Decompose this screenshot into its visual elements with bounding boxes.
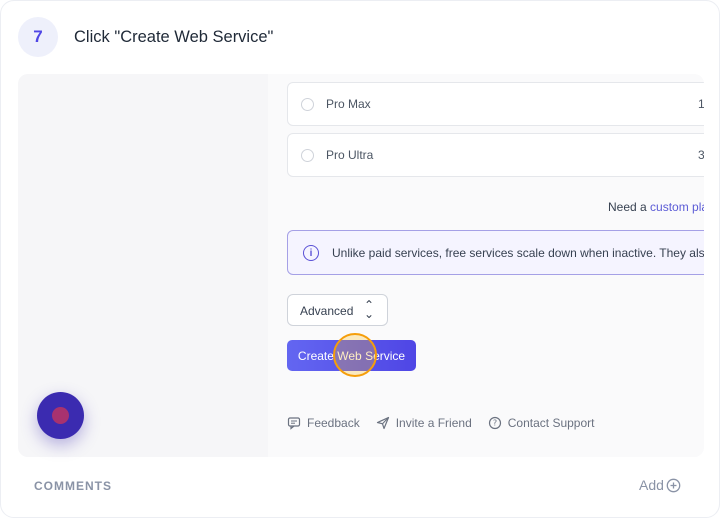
feedback-label: Feedback [307, 416, 360, 430]
radio-button[interactable] [301, 98, 314, 111]
plan-name: Pro Ultra [326, 148, 374, 162]
screenshot-panel: Pro Max 1( Pro Ultra 3: Need a custom pl… [18, 74, 704, 457]
plan-price: 1( [698, 97, 704, 111]
radio-button[interactable] [301, 149, 314, 162]
plan-name: Pro Max [326, 97, 371, 111]
comments-heading: COMMENTS [34, 479, 112, 493]
info-icon: i [303, 245, 319, 261]
chat-launcher-button[interactable] [37, 392, 84, 439]
feedback-icon [287, 416, 301, 430]
help-icon: ? [488, 416, 502, 430]
advanced-label: Advanced [300, 304, 354, 318]
svg-text:?: ? [493, 419, 497, 428]
feedback-link[interactable]: Feedback [287, 416, 360, 430]
footer-links: Feedback Invite a Friend ? Contact Suppo… [287, 416, 610, 430]
step-title: Click "Create Web Service" [74, 28, 274, 46]
invite-friend-label: Invite a Friend [395, 416, 472, 430]
contact-support-label: Contact Support [507, 416, 595, 430]
send-icon [376, 416, 390, 430]
click-indicator [333, 333, 377, 377]
advanced-dropdown[interactable]: Advanced ⌃ ⌄ [287, 294, 388, 326]
plan-option-pro-max[interactable]: Pro Max 1( [287, 82, 704, 126]
main-content: Pro Max 1( Pro Ultra 3: Need a custom pl… [268, 74, 704, 457]
custom-plan-prompt: Need a custom pla [608, 200, 704, 214]
plan-option-pro-ultra[interactable]: Pro Ultra 3: [287, 133, 704, 177]
free-service-notice: i Unlike paid services, free services sc… [287, 230, 704, 275]
plus-circle-icon [666, 478, 681, 493]
custom-plan-prefix: Need a [608, 200, 651, 214]
chevron-up-down-icon: ⌃ ⌄ [364, 298, 375, 321]
add-comment-label: Add [639, 477, 664, 493]
add-comment-button[interactable]: Add [639, 477, 681, 493]
step-number-badge: 7 [18, 17, 58, 57]
contact-support-link[interactable]: ? Contact Support [488, 416, 595, 430]
chat-icon [52, 407, 69, 424]
step-card: 7 Click "Create Web Service" Pro Max 1( … [0, 0, 720, 518]
custom-plan-link[interactable]: custom pla [650, 200, 704, 214]
notice-text: Unlike paid services, free services scal… [332, 246, 704, 260]
invite-friend-link[interactable]: Invite a Friend [376, 416, 472, 430]
plan-price: 3: [698, 148, 704, 162]
